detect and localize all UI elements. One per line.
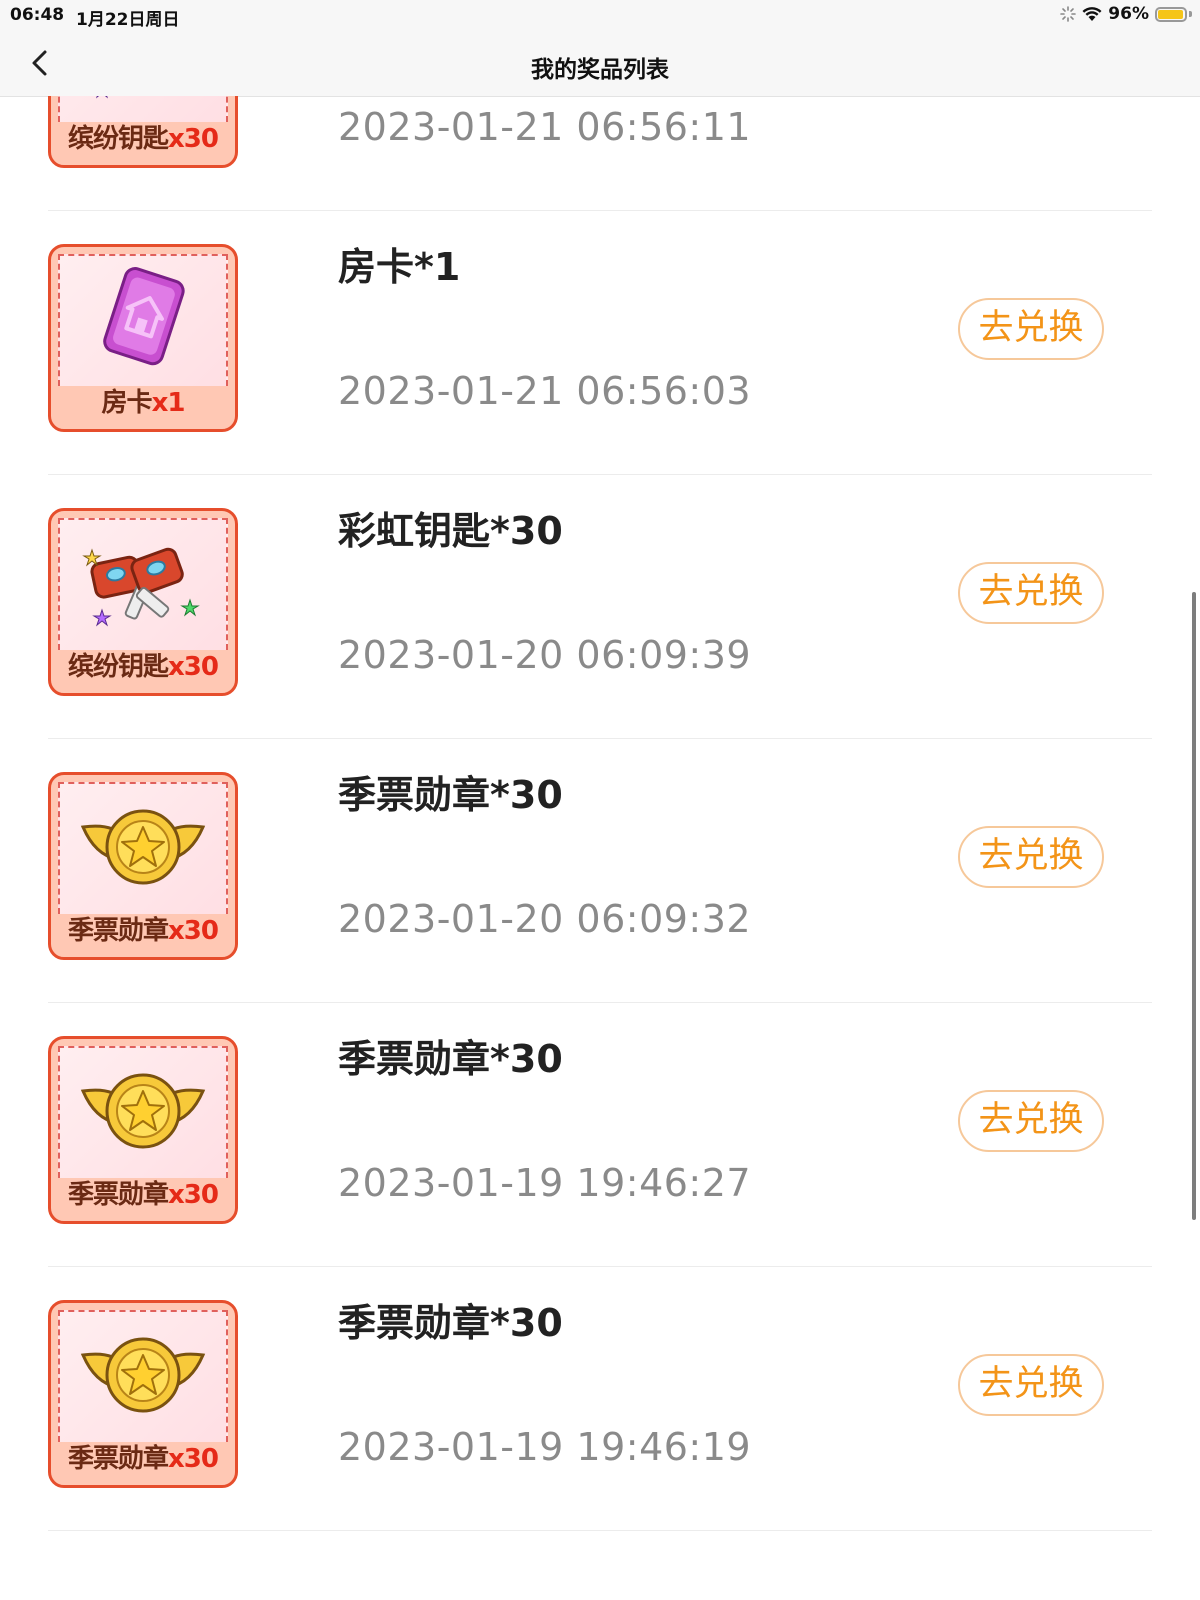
prize-timestamp: 2023-01-19 19:46:19 [338,1425,752,1469]
activity-spinner-icon [1060,6,1077,22]
thumbnail-caption-label: 缤纷钥匙 [68,124,169,154]
season-medal-icon [51,1047,235,1175]
prize-row: 季票勋章x30 季票勋章*30 2023-01-19 19:46:19 去兑换 [48,1260,1152,1531]
thumbnail-caption-qty: x30 [168,1444,219,1474]
redeem-button[interactable]: 去兑换 [958,562,1104,624]
thumbnail-caption: 房卡x1 [51,382,235,419]
prize-thumbnail: 季票勋章x30 [48,772,238,960]
prize-timestamp: 2023-01-20 06:09:39 [338,633,752,677]
prize-row: 季票勋章x30 季票勋章*30 2023-01-20 06:09:32 去兑换 [48,732,1152,1003]
rainbow-key-icon [51,96,235,119]
thumbnail-caption: 季票勋章x30 [51,910,235,947]
page-title: 我的奖品列表 [531,57,669,83]
redeem-button[interactable]: 去兑换 [958,298,1104,360]
thumbnail-caption-label: 季票勋章 [68,1444,169,1474]
redeem-button[interactable]: 去兑换 [958,826,1104,888]
thumbnail-caption-qty: x30 [168,916,219,946]
thumbnail-caption-label: 缤纷钥匙 [68,652,169,682]
status-right: 96% [1060,4,1192,24]
thumbnail-caption: 缤纷钥匙x30 [51,118,235,155]
prize-row: 季票勋章x30 季票勋章*30 2023-01-19 19:46:27 去兑换 [48,996,1152,1267]
battery-percent: 96% [1108,4,1149,24]
thumbnail-caption: 季票勋章x30 [51,1438,235,1475]
prize-thumbnail: 季票勋章x30 [48,1036,238,1224]
status-time: 06:48 [10,5,65,25]
prize-timestamp: 2023-01-21 06:56:11 [338,105,752,149]
status-date: 1月22日周日 [76,10,180,30]
season-medal-icon [51,783,235,911]
prize-name: 季票勋章*30 [338,1037,563,1081]
thumbnail-caption: 缤纷钥匙x30 [51,646,235,683]
prize-name: 房卡*1 [338,245,461,289]
prize-thumbnail: 缤纷钥匙x30 [48,96,238,168]
prize-row: 房卡x1 房卡*1 2023-01-21 06:56:03 去兑换 [48,204,1152,475]
thumbnail-caption-qty: x30 [168,1180,219,1210]
redeem-button[interactable]: 去兑换 [958,1090,1104,1152]
thumbnail-caption-label: 房卡 [101,388,153,418]
status-bar: 06:48 1月22日周日 96% [0,0,1200,30]
prize-thumbnail: 缤纷钥匙x30 [48,508,238,696]
thumbnail-caption-label: 季票勋章 [68,916,169,946]
thumbnail-caption-qty: x30 [168,124,219,154]
prize-timestamp: 2023-01-19 19:46:27 [338,1161,752,1205]
battery-icon [1155,6,1192,22]
wifi-icon [1082,7,1102,21]
prize-timestamp: 2023-01-21 06:56:03 [338,369,752,413]
prize-row: 缤纷钥匙x302023-01-21 06:56:11去兑换 [48,96,1152,211]
prize-thumbnail: 季票勋章x30 [48,1300,238,1488]
thumbnail-caption-qty: x30 [168,652,219,682]
season-medal-icon [51,1311,235,1439]
scrollbar[interactable] [1192,592,1196,1220]
prize-thumbnail: 房卡x1 [48,244,238,432]
thumbnail-caption-qty: x1 [151,388,186,418]
prize-name: 彩虹钥匙*30 [338,509,563,553]
prize-name: 季票勋章*30 [338,773,563,817]
prize-list[interactable]: 缤纷钥匙x302023-01-21 06:56:11去兑换 房卡x1房卡*120… [0,96,1200,1600]
thumbnail-caption-label: 季票勋章 [68,1180,169,1210]
room-card-icon [51,255,235,383]
redeem-button[interactable]: 去兑换 [958,1354,1104,1416]
prize-name: 季票勋章*30 [338,1301,563,1345]
prize-row: 缤纷钥匙x30 彩虹钥匙*30 2023-01-20 06:09:39 去兑换 [48,468,1152,739]
thumbnail-caption: 季票勋章x30 [51,1174,235,1211]
prize-timestamp: 2023-01-20 06:09:32 [338,897,752,941]
nav-bar: 我的奖品列表 [0,30,1200,97]
rainbow-key-icon [51,519,235,647]
